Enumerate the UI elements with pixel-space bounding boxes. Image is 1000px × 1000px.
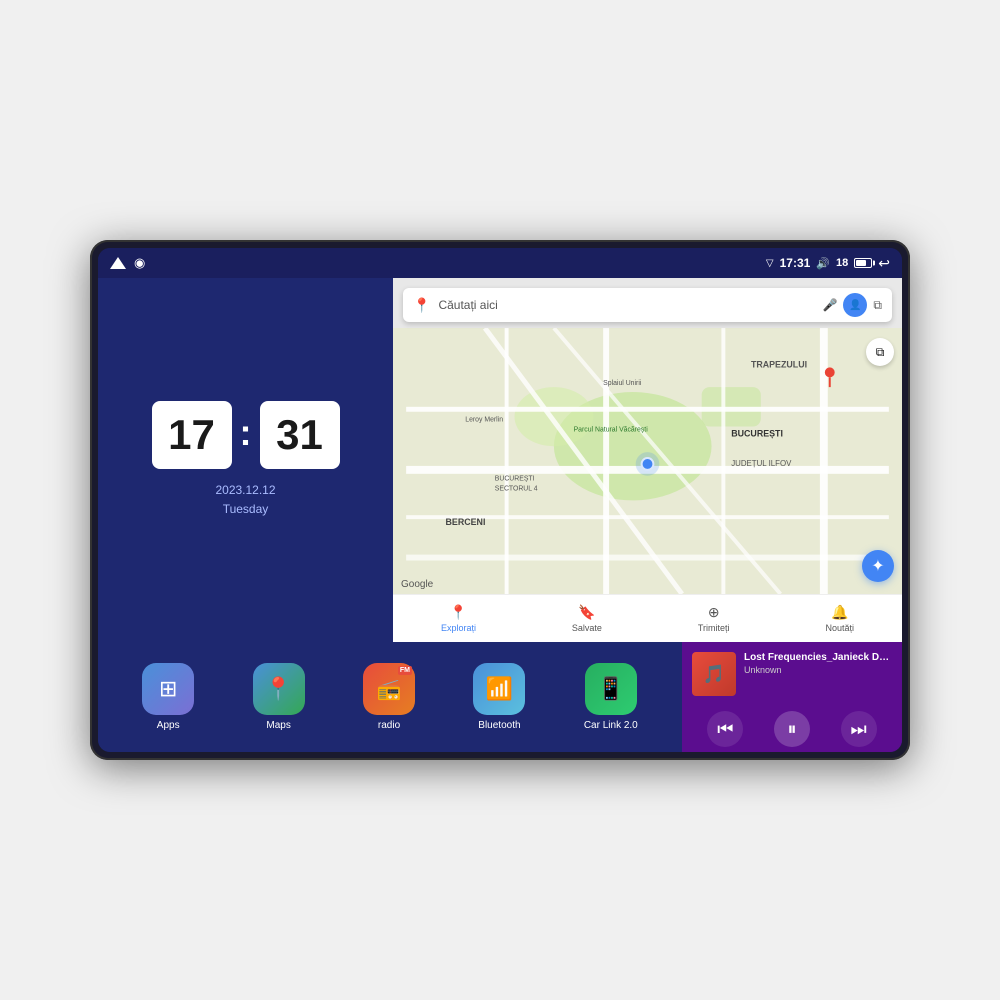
play-pause-button[interactable]: ⏸ <box>774 711 810 747</box>
clock-day: Tuesday <box>215 500 275 519</box>
clock-date: 2023.12.12 Tuesday <box>215 481 275 519</box>
main-content: 17 : 31 2023.12.12 Tuesday 📍 Căutați aic… <box>98 278 902 752</box>
clock-date-value: 2023.12.12 <box>215 481 275 500</box>
map-bottom-bar: 📍 Explorați 🔖 Salvate ⊕ Trimiteți 🔔 <box>393 594 902 642</box>
saved-label: Salvate <box>572 623 602 633</box>
music-controls: ⏮ ⏸ ⏭ <box>692 711 892 747</box>
svg-text:Parcul Natural Văcărești: Parcul Natural Văcărești <box>574 426 649 433</box>
signal-icon: ▽ <box>766 258 774 269</box>
svg-text:BUCUREȘTI: BUCUREȘTI <box>731 428 783 438</box>
next-button[interactable]: ⏭ <box>841 711 877 747</box>
apps-bar: ⊞ Apps 📍 Maps 📻 FM <box>98 642 682 752</box>
maps-status-icon: ◉ <box>134 255 145 271</box>
radio-label: radio <box>378 720 400 731</box>
explore-icon: 📍 <box>450 604 467 621</box>
device-screen: ◉ ▽ 17:31 🔊 18 ↩ 17 <box>98 248 902 752</box>
map-search-bar[interactable]: 📍 Căutați aici 🎤 👤 ⧉ <box>403 288 892 322</box>
map-pin-icon: 📍 <box>413 297 430 314</box>
apps-label: Apps <box>157 720 180 731</box>
clock-colon: : <box>240 412 252 454</box>
volume-icon: 🔊 <box>816 257 830 270</box>
svg-text:SECTORUL 4: SECTORUL 4 <box>495 486 538 493</box>
battery-icon <box>854 258 872 268</box>
map-side-controls: ⧉ <box>866 338 894 366</box>
bluetooth-label: Bluetooth <box>478 720 520 731</box>
music-text: Lost Frequencies_Janieck Devy-... Unknow… <box>744 652 892 696</box>
google-logo: Google <box>401 579 433 590</box>
saved-icon: 🔖 <box>578 604 595 621</box>
map-svg: TRAPEZULUI BUCUREȘTI JUDEȚUL ILFOV BERCE… <box>393 328 902 594</box>
clock-hours: 17 <box>152 401 232 469</box>
layers-icon[interactable]: ⧉ <box>873 298 882 313</box>
map-search-text[interactable]: Căutați aici <box>438 298 814 312</box>
music-title: Lost Frequencies_Janieck Devy-... <box>744 652 892 663</box>
user-avatar[interactable]: 👤 <box>843 293 867 317</box>
radio-icon: 📻 FM <box>363 663 415 715</box>
svg-text:TRAPEZULUI: TRAPEZULUI <box>751 359 807 369</box>
clock-display: 17 : 31 <box>152 401 340 469</box>
home-icon[interactable] <box>110 257 126 269</box>
send-icon: ⊕ <box>708 604 720 621</box>
status-bar-left: ◉ <box>110 255 145 271</box>
map-search-icons: 🎤 👤 ⧉ <box>822 293 882 317</box>
status-bar-right: ▽ 17:31 🔊 18 ↩ <box>766 255 890 272</box>
map-area: TRAPEZULUI BUCUREȘTI JUDEȚUL ILFOV BERCE… <box>393 328 902 594</box>
svg-text:BUCUREȘTI: BUCUREȘTI <box>495 476 535 483</box>
svg-text:Leroy Merlin: Leroy Merlin <box>465 417 503 424</box>
clock-minutes: 31 <box>260 401 340 469</box>
news-icon: 🔔 <box>831 604 848 621</box>
map-panel[interactable]: 📍 Căutați aici 🎤 👤 ⧉ <box>393 278 902 642</box>
maps-icon: 📍 <box>253 663 305 715</box>
car-head-unit: ◉ ▽ 17:31 🔊 18 ↩ 17 <box>90 240 910 760</box>
bluetooth-icon: 📶 <box>473 663 525 715</box>
prev-button[interactable]: ⏮ <box>707 711 743 747</box>
navigation-button[interactable]: ✦ <box>862 550 894 582</box>
map-saved-tab[interactable]: 🔖 Salvate <box>572 604 602 633</box>
mic-icon[interactable]: 🎤 <box>822 298 837 312</box>
music-thumbnail: 🎵 <box>692 652 736 696</box>
signal-strength: 18 <box>836 257 848 269</box>
back-icon[interactable]: ↩ <box>878 255 890 272</box>
map-send-tab[interactable]: ⊕ Trimiteți <box>698 604 730 633</box>
svg-text:JUDEȚUL ILFOV: JUDEȚUL ILFOV <box>731 459 792 468</box>
clock-panel: 17 : 31 2023.12.12 Tuesday <box>98 278 393 642</box>
music-player: 🎵 Lost Frequencies_Janieck Devy-... Unkn… <box>682 642 902 752</box>
status-time: 17:31 <box>780 256 811 270</box>
carlink-label: Car Link 2.0 <box>584 720 638 731</box>
map-explore-tab[interactable]: 📍 Explorați <box>441 604 476 633</box>
apps-icon: ⊞ <box>142 663 194 715</box>
app-item-apps[interactable]: ⊞ Apps <box>142 663 194 731</box>
music-artist: Unknown <box>744 665 892 675</box>
carlink-icon: 📱 <box>585 663 637 715</box>
top-section: 17 : 31 2023.12.12 Tuesday 📍 Căutați aic… <box>98 278 902 642</box>
send-label: Trimiteți <box>698 623 730 633</box>
news-label: Noutăți <box>826 623 855 633</box>
explore-label: Explorați <box>441 623 476 633</box>
app-item-radio[interactable]: 📻 FM radio <box>363 663 415 731</box>
map-layers-button[interactable]: ⧉ <box>866 338 894 366</box>
svg-text:Splaiul Unirii: Splaiul Unirii <box>603 380 642 387</box>
app-item-bluetooth[interactable]: 📶 Bluetooth <box>473 663 525 731</box>
maps-label: Maps <box>266 720 290 731</box>
map-news-tab[interactable]: 🔔 Noutăți <box>826 604 855 633</box>
bottom-section: ⊞ Apps 📍 Maps 📻 FM <box>98 642 902 752</box>
app-item-maps[interactable]: 📍 Maps <box>253 663 305 731</box>
svg-text:BERCENI: BERCENI <box>446 517 486 527</box>
music-info: 🎵 Lost Frequencies_Janieck Devy-... Unkn… <box>692 652 892 696</box>
status-bar: ◉ ▽ 17:31 🔊 18 ↩ <box>98 248 902 278</box>
app-item-carlink[interactable]: 📱 Car Link 2.0 <box>584 663 638 731</box>
